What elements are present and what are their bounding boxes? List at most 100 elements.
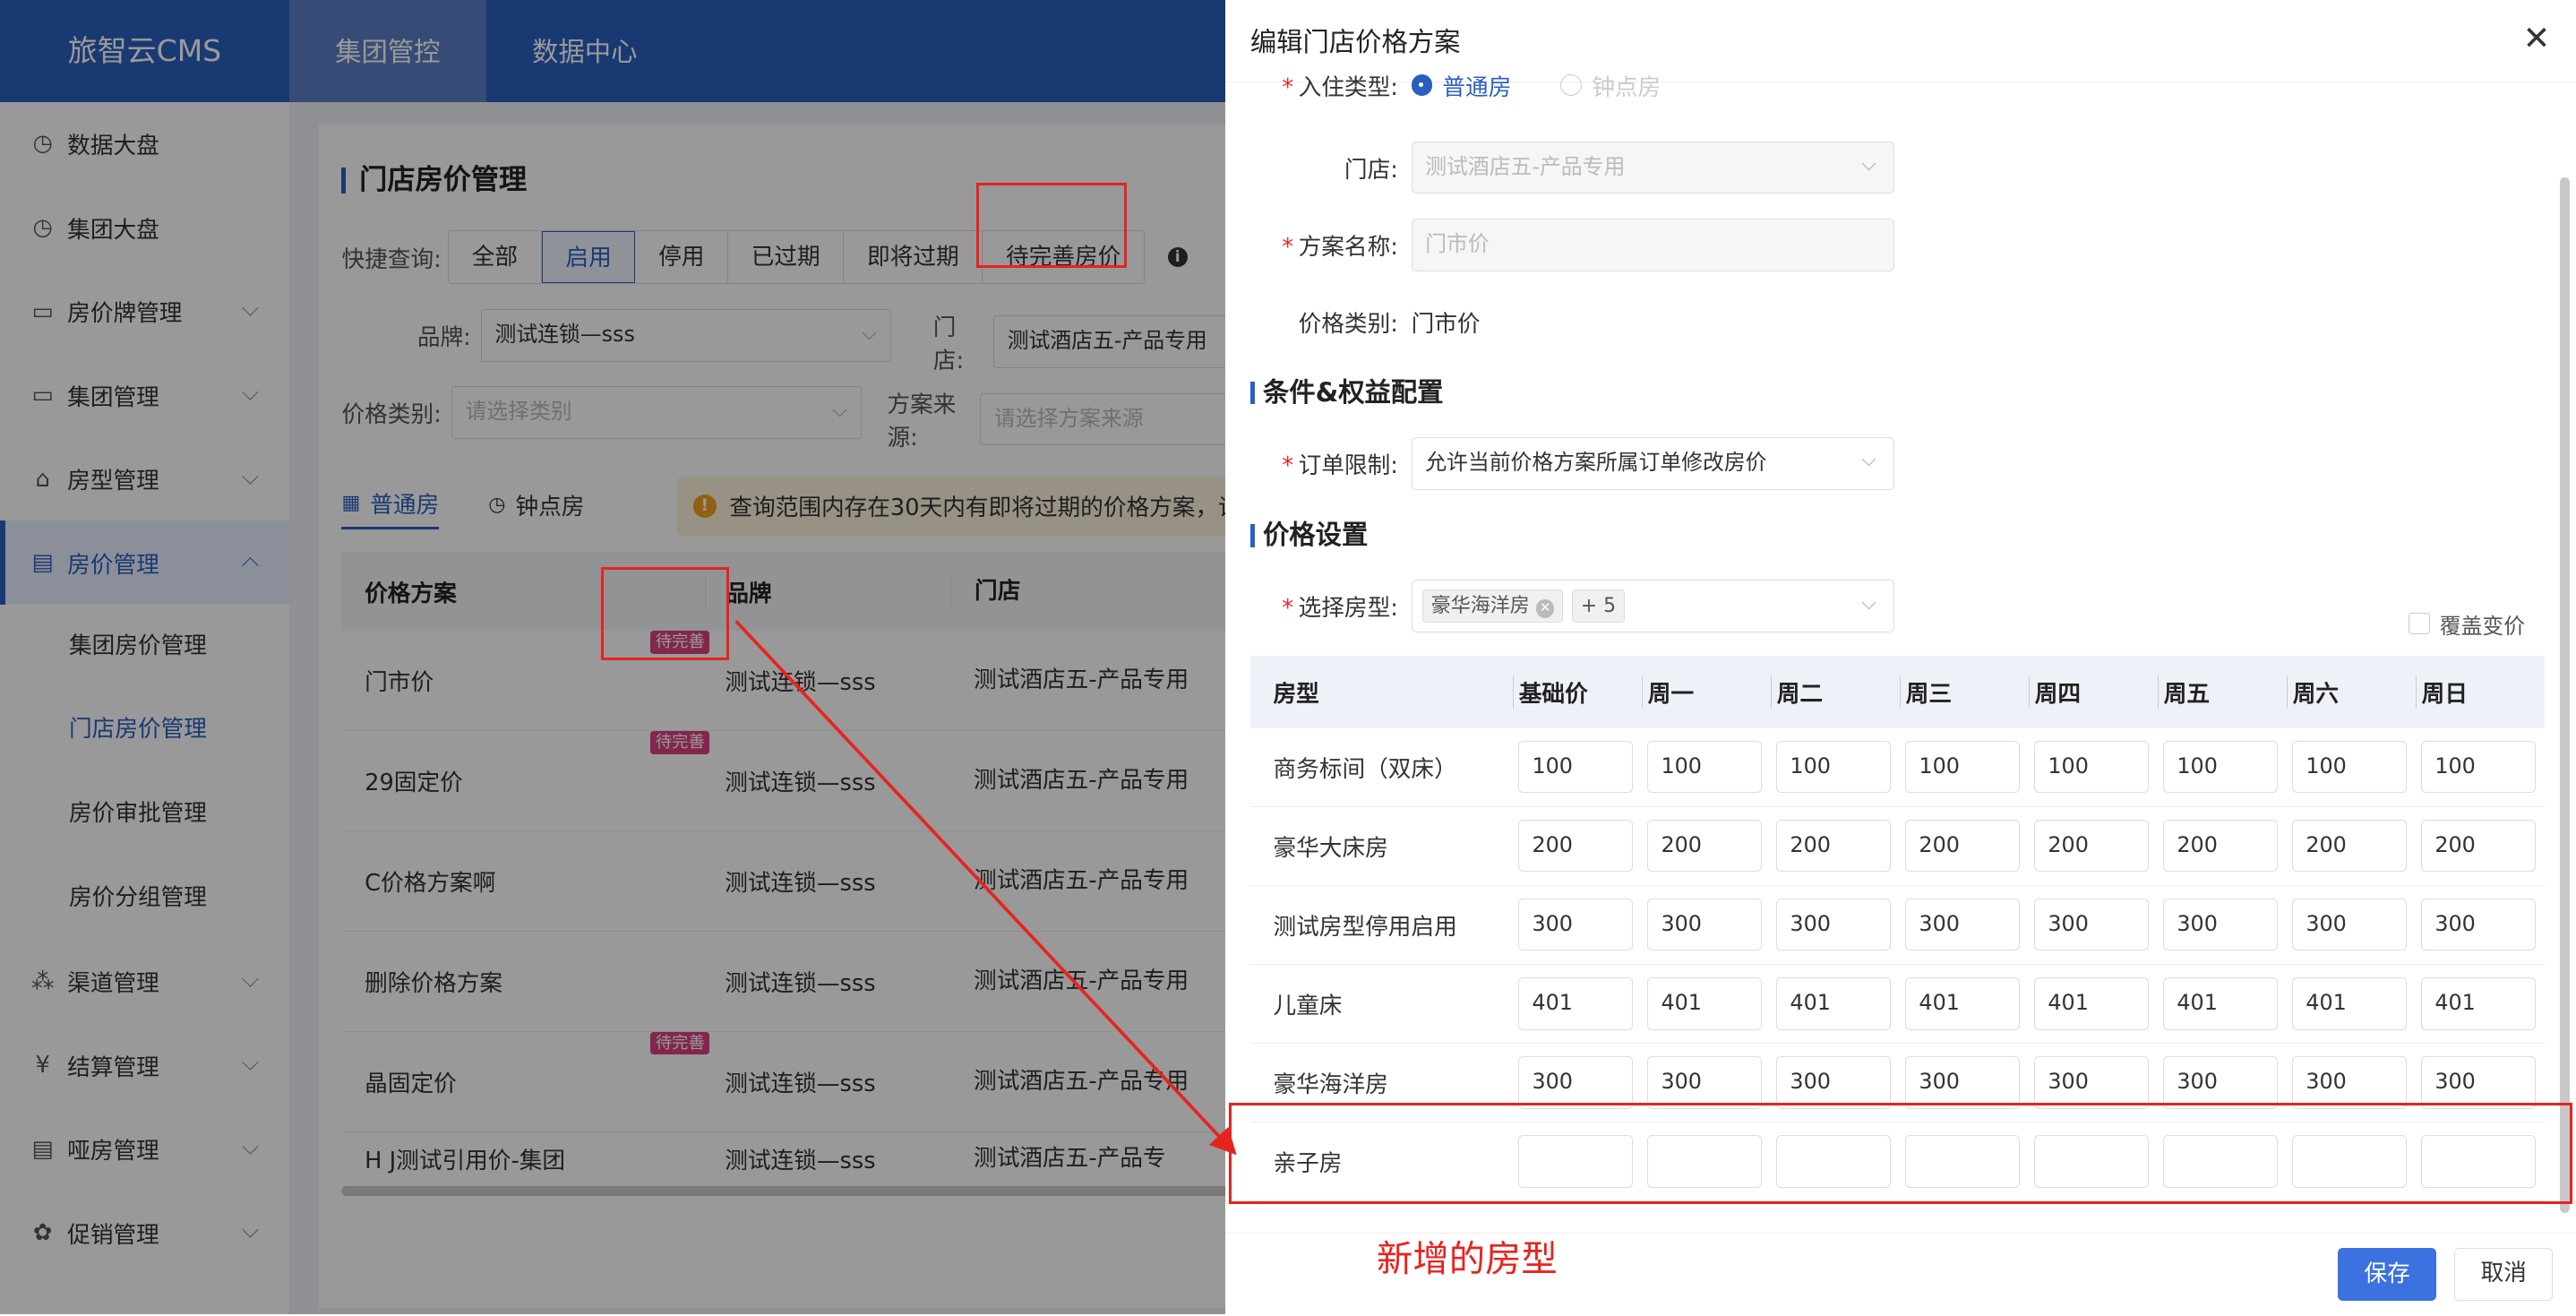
price-cell: 100: [2416, 740, 2545, 794]
order-limit-value: 允许当前价格方案所属订单修改房价: [1425, 449, 1767, 475]
price-input[interactable]: 200: [2291, 819, 2408, 873]
radio-hourly-room[interactable]: 钟点房: [1560, 73, 1661, 99]
store-select[interactable]: 测试酒店五-产品专用: [1411, 141, 1894, 194]
col-tue: 周二: [1771, 675, 1900, 709]
price-input[interactable]: 100: [2033, 740, 2150, 794]
room-type-select[interactable]: 豪华海洋房 ✕ + 5: [1411, 580, 1894, 633]
plan-name-label: * 方案名称:: [1282, 233, 1398, 261]
store-label: 门店:: [1344, 156, 1398, 184]
price-cell: 300: [1771, 1055, 1900, 1109]
annotation-label: 新增的房型: [1377, 1237, 1558, 1280]
price-input[interactable]: 300: [2291, 1055, 2408, 1109]
price-input[interactable]: 300: [1904, 898, 2021, 951]
price-cell: 200: [1771, 819, 1900, 873]
price-input[interactable]: 100: [2162, 740, 2279, 794]
price-input[interactable]: 200: [1775, 819, 1892, 873]
price-input[interactable]: 300: [2420, 1055, 2537, 1109]
price-cell: 200: [2158, 819, 2287, 873]
drawer-title: 编辑门店价格方案: [1225, 0, 2576, 82]
price-input[interactable]: 100: [1646, 740, 1763, 794]
price-cell: 300: [2158, 1055, 2287, 1109]
col-thu: 周四: [2029, 675, 2158, 709]
price-input[interactable]: 401: [2162, 976, 2279, 1030]
cover-label: 覆盖变价: [2439, 613, 2526, 639]
price-input[interactable]: 401: [1775, 976, 1892, 1030]
price-input[interactable]: 300: [1646, 1055, 1763, 1109]
room-name: 儿童床: [1273, 992, 1343, 1019]
cancel-button[interactable]: 取消: [2454, 1248, 2554, 1301]
price-cell: 401: [1900, 976, 2029, 1030]
price-row: 儿童床 401 401 401 401 401 401 401 401: [1249, 965, 2546, 1044]
price-category-row: 价格类别: 门市价: [1225, 305, 1481, 339]
price-input[interactable]: 100: [2291, 740, 2408, 794]
price-cell: 401: [2158, 976, 2287, 1030]
order-limit-select[interactable]: 允许当前价格方案所属订单修改房价: [1411, 436, 1894, 490]
cover-price-checkbox[interactable]: 覆盖变价: [2408, 608, 2526, 640]
chevron-down-icon: [1861, 595, 1876, 610]
price-cell: 300: [2029, 898, 2158, 951]
price-input[interactable]: 300: [1775, 1055, 1892, 1109]
price-cell: 100: [1900, 740, 2029, 794]
price-input[interactable]: 100: [1517, 740, 1634, 794]
price-cell: 401: [1642, 976, 1771, 1030]
price-input[interactable]: 401: [2033, 976, 2150, 1030]
plan-name-row: * 方案名称: 门市价: [1225, 218, 1894, 271]
price-cell: 100: [1771, 740, 1900, 794]
price-cell: 300: [1642, 1055, 1771, 1109]
price-input[interactable]: 401: [1517, 976, 1634, 1030]
checkin-type-row: * 入住类型: 普通房 钟点房: [1225, 73, 1710, 99]
price-cell: 100: [1642, 740, 1771, 794]
price-input[interactable]: 300: [2420, 898, 2537, 951]
price-input[interactable]: 300: [2033, 1055, 2150, 1109]
price-cell: 300: [1513, 1055, 1642, 1109]
price-input[interactable]: 300: [1517, 1055, 1634, 1109]
price-cell: 300: [2287, 898, 2416, 951]
price-input[interactable]: 300: [2162, 1055, 2279, 1109]
price-cell: 300: [2029, 1055, 2158, 1109]
highlight-box-badge: [601, 566, 730, 661]
price-cell: 200: [2416, 819, 2545, 873]
chevron-down-icon: [1861, 156, 1876, 171]
price-input[interactable]: 200: [2162, 819, 2279, 873]
price-input[interactable]: 200: [1517, 819, 1634, 873]
chevron-down-icon: [1861, 452, 1876, 467]
save-button[interactable]: 保存: [2338, 1248, 2437, 1301]
price-input[interactable]: 300: [1775, 898, 1892, 951]
price-cell: 401: [1771, 976, 1900, 1030]
radio-normal-room[interactable]: 普通房: [1411, 73, 1511, 99]
tag-close-icon[interactable]: ✕: [1536, 599, 1555, 618]
price-input[interactable]: 401: [2420, 976, 2537, 1030]
price-input[interactable]: 100: [1904, 740, 2021, 794]
price-input[interactable]: 300: [2162, 898, 2279, 951]
col-wed: 周三: [1900, 675, 2029, 709]
price-input[interactable]: 200: [2033, 819, 2150, 873]
price-input[interactable]: 401: [2291, 976, 2408, 1030]
price-input[interactable]: 200: [2420, 819, 2537, 873]
plan-name-input[interactable]: 门市价: [1411, 218, 1894, 271]
price-cell: 300: [2416, 1055, 2545, 1109]
room-name: 豪华大床房: [1273, 834, 1388, 862]
checkbox-box: [2408, 613, 2430, 635]
price-input[interactable]: 300: [1904, 1055, 2021, 1109]
price-input[interactable]: 200: [1904, 819, 2021, 873]
highlight-box-new-room: [1228, 1102, 2573, 1205]
price-input[interactable]: 401: [1646, 976, 1763, 1030]
price-cell: 401: [2287, 976, 2416, 1030]
price-input[interactable]: 100: [1775, 740, 1892, 794]
section-conditions: 条件&权益配置: [1249, 379, 1444, 405]
close-icon[interactable]: ✕: [2520, 22, 2554, 56]
price-input[interactable]: 300: [2033, 898, 2150, 951]
price-row: 豪华大床房 200 200 200 200 200 200 200 200: [1249, 807, 2546, 886]
price-input[interactable]: 200: [1646, 819, 1763, 873]
radio-dot: [1560, 74, 1583, 97]
price-input[interactable]: 300: [1517, 898, 1634, 951]
price-cell: 300: [2287, 1055, 2416, 1109]
price-cell: 300: [1642, 898, 1771, 951]
price-input[interactable]: 100: [2420, 740, 2537, 794]
price-input[interactable]: 300: [1646, 898, 1763, 951]
room-more-tag: + 5: [1571, 589, 1626, 624]
price-input[interactable]: 401: [1904, 976, 2021, 1030]
store-value: 测试酒店五-产品专用: [1425, 153, 1626, 179]
price-input[interactable]: 300: [2291, 898, 2408, 951]
drawer-scrollbar[interactable]: [2559, 177, 2570, 1213]
